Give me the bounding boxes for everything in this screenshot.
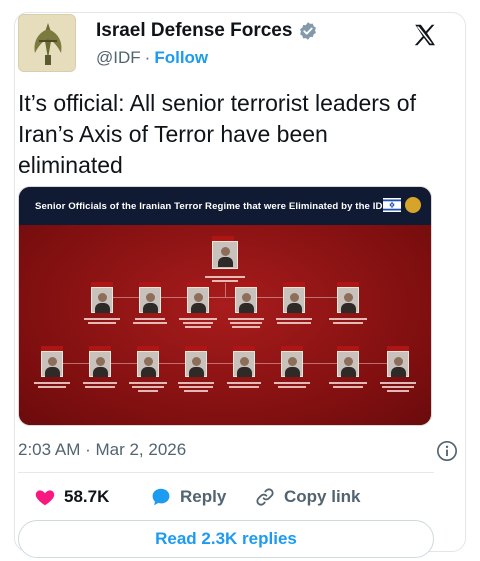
portrait-caption [270,381,314,395]
author-handle[interactable]: @IDF [96,48,141,68]
link-icon [256,488,274,506]
tweet-text: It’s official: All senior terrorist lead… [18,90,416,178]
portrait [337,282,359,313]
portrait-caption [222,381,266,395]
portrait-caption [174,381,218,395]
tweet-header: Israel Defense Forces @IDF · Follow [18,14,438,74]
reply-bubble-icon [152,488,170,506]
divider [18,472,434,473]
copy-link-label: Copy link [284,487,361,506]
tweet-timestamp[interactable]: 2:03 AM · Mar 2, 2026 [18,440,186,460]
portrait-caption [126,381,170,395]
read-replies-button[interactable]: Read 2.3K replies [18,520,434,558]
tweet-actions: 58.7K Reply Copy link [18,486,434,510]
copy-link-button[interactable]: Copy link [254,486,361,508]
x-logo-icon[interactable] [412,22,438,48]
portrait-caption [78,381,122,395]
reply-label: Reply [180,487,227,506]
portrait [91,282,113,313]
follow-button[interactable]: Follow [154,48,208,68]
portrait [137,346,159,377]
portrait [89,346,111,377]
org-chart-graphic [19,225,431,425]
portrait [233,346,255,377]
like-count: 58.7K [64,487,110,506]
portrait [187,282,209,313]
portrait [235,282,257,313]
portrait-caption [376,381,420,395]
handle-row: @IDF · Follow [96,48,208,68]
portrait-caption [326,381,370,395]
idf-emblem-icon [19,15,75,71]
tweet-media-image[interactable]: Senior Officials of the Iranian Terror R… [18,186,432,426]
portrait [185,346,207,377]
portrait [139,282,161,313]
media-banner: Senior Officials of the Iranian Terror R… [19,187,431,225]
portrait [337,346,359,377]
portrait [41,346,63,377]
verified-badge-icon [300,22,317,40]
author-name[interactable]: Israel Defense Forces [96,20,292,42]
portrait-caption [80,317,124,331]
reply-button[interactable]: Reply [150,486,226,508]
portrait-caption [224,317,268,331]
portrait [281,346,303,377]
media-title: Senior Officials of the Iranian Terror R… [35,200,389,212]
portrait [283,282,305,313]
israel-flag-icon [383,198,401,212]
portrait [212,236,238,269]
portrait-caption [326,317,370,331]
portrait-caption [128,317,172,331]
portrait-caption [272,317,316,331]
info-icon[interactable] [436,440,458,462]
portrait [387,346,409,377]
heart-icon [35,490,55,506]
portrait-caption [176,317,220,331]
portrait-caption [30,381,74,395]
idf-badge-icon [405,197,421,213]
handle-separator: · [144,48,151,67]
avatar[interactable] [18,14,76,72]
like-button[interactable]: 58.7K [34,486,109,508]
